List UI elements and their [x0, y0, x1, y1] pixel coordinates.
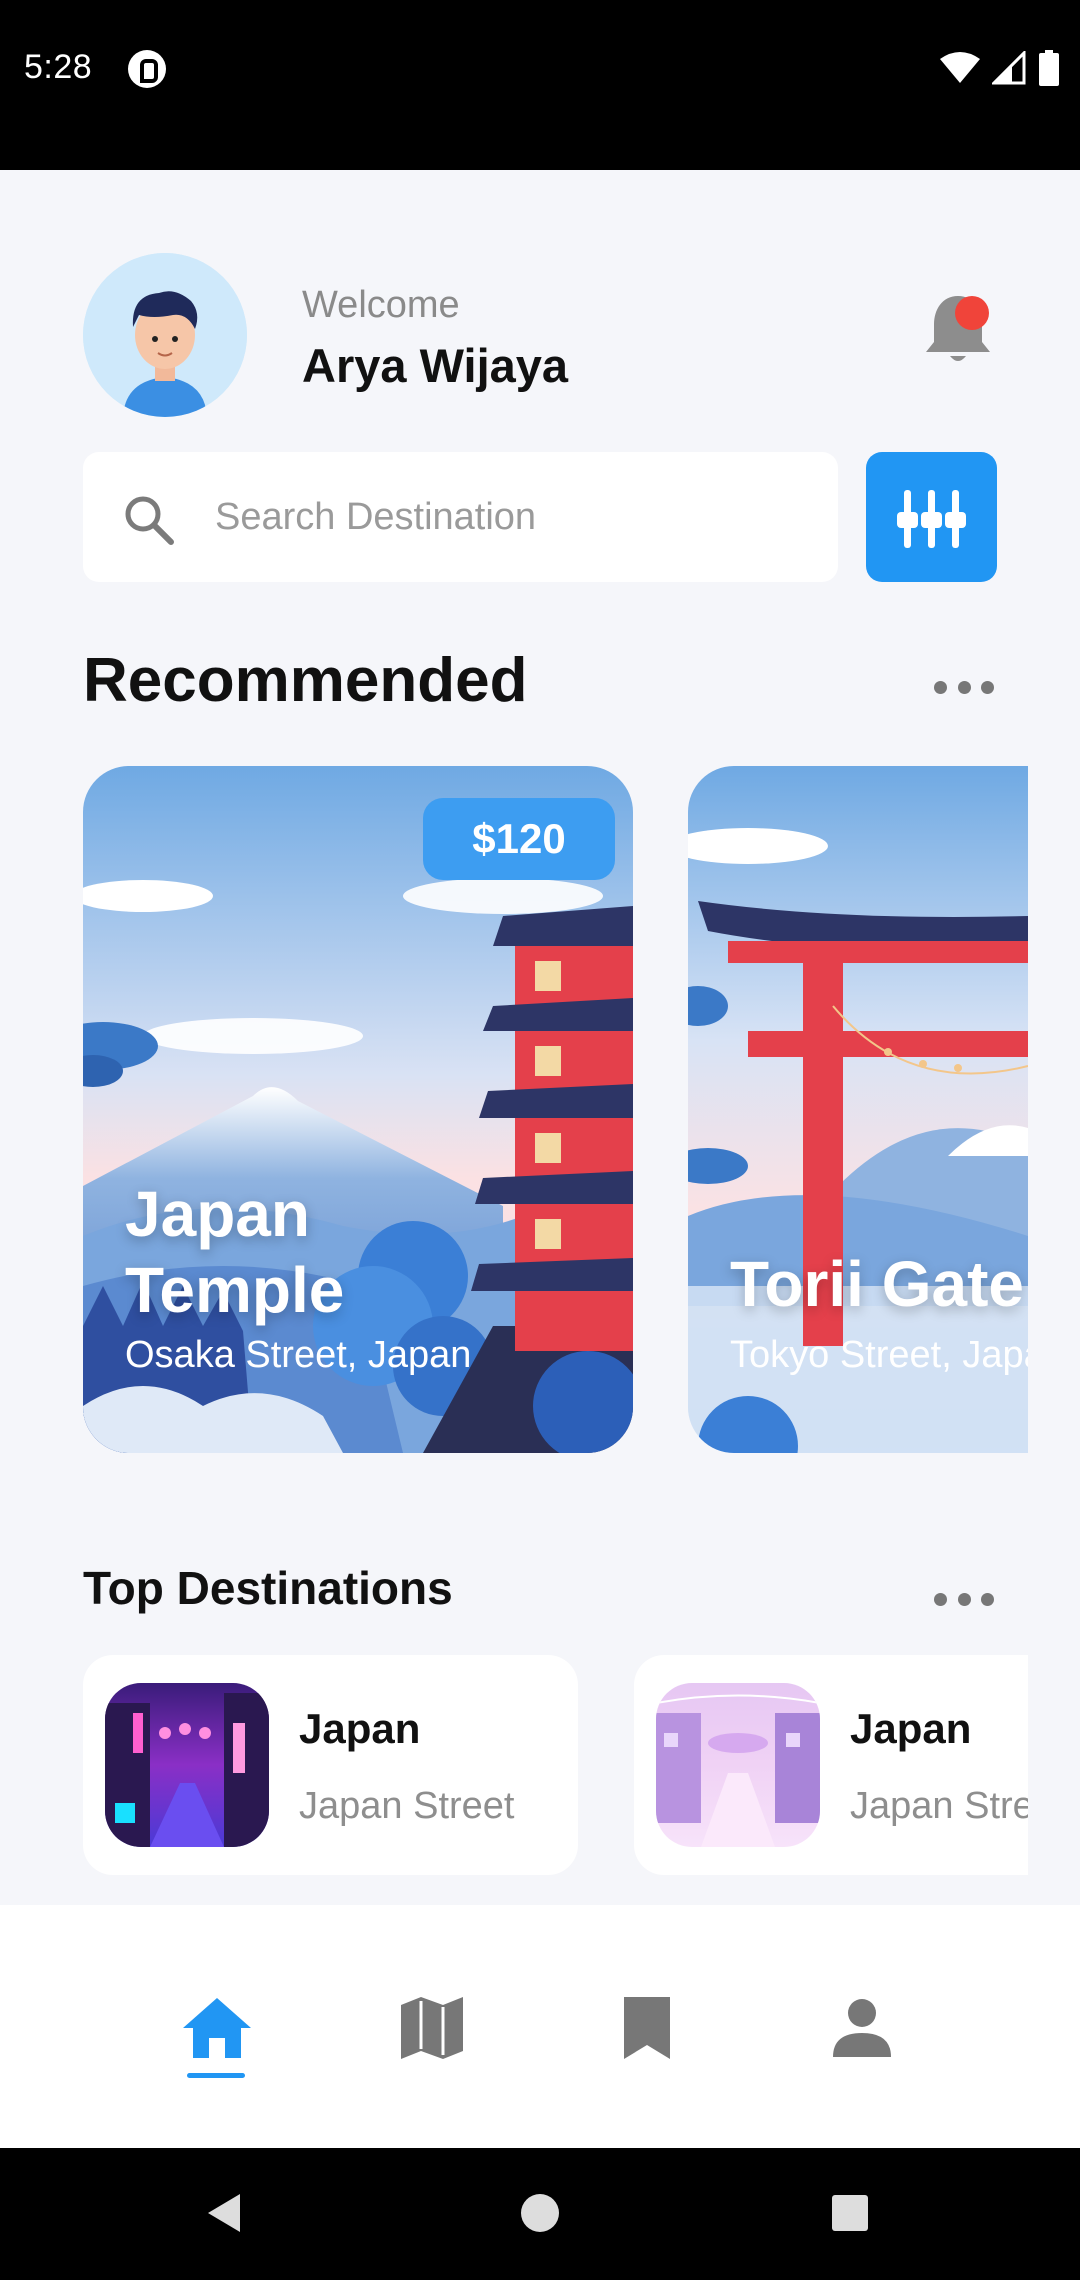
dot-icon: [957, 1592, 971, 1606]
destination-subtitle: Japan Street: [850, 1785, 1028, 1827]
avatar[interactable]: [83, 253, 247, 417]
search-bar[interactable]: [83, 452, 838, 582]
destination-thumbnail: [656, 1683, 820, 1847]
filter-button[interactable]: [866, 452, 997, 582]
card-title: Torii Gate: [730, 1248, 1024, 1320]
destination-subtitle: Japan Street: [299, 1785, 515, 1827]
search-input[interactable]: [215, 452, 815, 582]
status-time: 5:28: [24, 48, 93, 86]
card-location: Osaka Street, Japan: [125, 1334, 472, 1376]
dot-icon: [981, 680, 994, 694]
dot-icon: [981, 1592, 994, 1606]
top-destinations-title: Top Destinations: [83, 1562, 453, 1614]
search-icon: [125, 496, 174, 545]
system-navigation-bar: [0, 2148, 1080, 2280]
bookmark-icon: [624, 1997, 670, 2059]
nav-map[interactable]: [387, 1983, 477, 2073]
nav-bookmarks[interactable]: [602, 1983, 692, 2073]
status-bar: 5:28: [0, 0, 1080, 170]
home-circle-icon[interactable]: [515, 2188, 565, 2238]
back-icon[interactable]: [200, 2188, 250, 2238]
battery-icon: [1039, 50, 1059, 86]
app-content: Welcome Arya Wijaya Recommended: [0, 170, 1080, 2148]
person-icon: [833, 1999, 891, 2057]
recommended-card-torii-gate[interactable]: Torii Gate Tokyo Street, Japan: [688, 766, 1028, 1453]
notification-badge: [955, 296, 989, 330]
status-icons: [940, 46, 1060, 90]
destination-card[interactable]: Japan Japan Street: [83, 1655, 578, 1875]
destination-name: Japan: [850, 1705, 972, 1752]
top-destinations-more-button[interactable]: [934, 1584, 994, 1614]
nav-home[interactable]: [172, 1983, 262, 2073]
card-location: Tokyo Street, Japan: [730, 1334, 1028, 1376]
home-icon: [183, 1998, 251, 2058]
bottom-navigation: [0, 1905, 1080, 2148]
filter-sliders-icon: [897, 490, 966, 548]
active-tab-indicator: [187, 2073, 245, 2078]
dot-icon: [934, 680, 947, 694]
dot-icon: [934, 1592, 947, 1606]
nav-profile[interactable]: [817, 1983, 907, 2073]
map-icon: [401, 1997, 463, 2059]
welcome-text: Welcome: [302, 284, 460, 326]
recommended-card-japan-temple[interactable]: $120 Japan Temple Osaka Street, Japan: [83, 766, 633, 1453]
dot-icon: [957, 680, 971, 694]
app-notification-icon: [128, 50, 166, 88]
card-title: Japan Temple: [125, 1178, 345, 1326]
signal-icon: [992, 51, 1026, 85]
recommended-title: Recommended: [83, 646, 528, 715]
price-badge: $120: [423, 798, 615, 880]
wifi-icon: [940, 52, 980, 83]
destination-thumbnail: [105, 1683, 269, 1847]
user-name: Arya Wijaya: [302, 339, 569, 392]
destination-name: Japan: [299, 1705, 421, 1752]
destination-card[interactable]: Japan Japan Street: [634, 1655, 1028, 1875]
recent-apps-icon[interactable]: [825, 2188, 875, 2238]
recommended-more-button[interactable]: [934, 672, 994, 702]
